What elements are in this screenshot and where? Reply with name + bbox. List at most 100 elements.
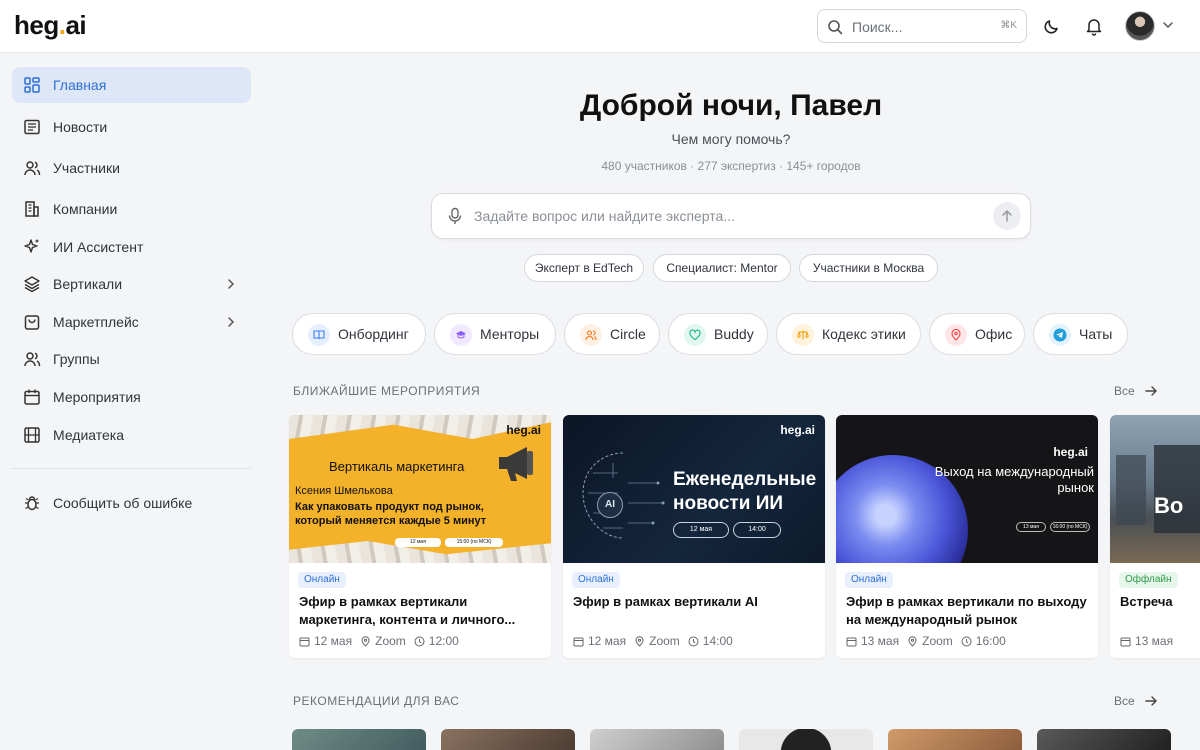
event-title: Эфир в рамках вертикали по выходу на меж… — [846, 594, 1087, 627]
recommendation-card-image[interactable] — [739, 729, 873, 750]
sidebar-item-members[interactable]: Участники — [12, 150, 251, 186]
event-title: Встреча — [1120, 594, 1173, 609]
recommendation-card-image[interactable] — [292, 729, 426, 750]
suggestion-chip[interactable]: Специалист: Mentor — [653, 254, 791, 282]
recommendation-card-image[interactable] — [590, 729, 724, 750]
report-bug-label: Сообщить об ошибке — [53, 495, 193, 511]
film-icon — [24, 427, 40, 443]
suggestion-chip[interactable]: Участники в Москва — [799, 254, 938, 282]
users-group-icon — [24, 352, 41, 367]
ask-placeholder: Задайте вопрос или найдите эксперта... — [474, 208, 735, 224]
quick-action-circle[interactable]: Circle — [564, 313, 660, 355]
sidebar-item-news[interactable]: Новости — [12, 109, 251, 145]
quick-action-label: Кодекс этики — [822, 326, 906, 342]
heart-handshake-icon — [684, 324, 706, 346]
sidebar-item-label: Маркетплейс — [53, 314, 139, 330]
chevron-right-icon — [228, 317, 235, 327]
event-banner-image: heg.ai Вертикаль маркетинга Ксения Шмель… — [289, 415, 551, 563]
microphone-icon[interactable] — [448, 207, 462, 225]
book-icon — [308, 324, 330, 346]
quick-action-ethics-code[interactable]: Кодекс этики — [776, 313, 921, 355]
recommendation-card-image[interactable] — [1037, 729, 1171, 750]
suggestion-chip[interactable]: Эксперт в EdTech — [524, 254, 644, 282]
event-banner-image: Bo — [1110, 415, 1200, 563]
event-card[interactable]: Bo Оффлайн Встреча 13 мая — [1110, 415, 1200, 658]
bell-icon[interactable] — [1084, 16, 1104, 36]
arrow-up-icon — [1002, 209, 1012, 222]
event-meta: 13 мая — [1120, 634, 1173, 648]
quick-action-label: Онбординг — [338, 326, 409, 342]
search-icon — [828, 20, 843, 35]
report-bug-button[interactable]: Сообщить об ошибке — [12, 485, 251, 521]
sidebar-item-marketplace[interactable]: Маркетплейс — [12, 304, 251, 340]
sidebar-item-label: Компании — [53, 201, 118, 217]
sidebar-item-label: Медиатека — [53, 427, 125, 443]
grid-icon — [24, 77, 40, 93]
map-pin-icon — [908, 635, 917, 647]
event-banner-image: heg.ai Выход на международный рынок 13 м… — [836, 415, 1098, 563]
sidebar-item-label: Участники — [53, 160, 120, 176]
logo[interactable]: heg.ai — [14, 10, 87, 41]
send-button[interactable] — [993, 202, 1021, 230]
sidebar-item-label: Главная — [53, 77, 107, 93]
arrow-right-icon — [1145, 696, 1157, 706]
recommendation-card-image[interactable] — [441, 729, 575, 750]
calendar-icon — [573, 637, 584, 646]
calendar-icon — [299, 637, 310, 646]
calendar-icon — [1120, 637, 1131, 646]
calendar-icon — [24, 389, 40, 405]
sparkles-icon — [24, 239, 39, 253]
sidebar-item-events[interactable]: Мероприятия — [12, 379, 251, 415]
recommendations-see-all-link[interactable]: Все — [1114, 694, 1157, 708]
arrow-right-icon — [1145, 386, 1157, 396]
scale-icon — [792, 324, 814, 346]
users-icon — [24, 161, 41, 176]
map-pin-icon — [361, 635, 370, 647]
sidebar-item-media[interactable]: Медиатека — [12, 417, 251, 453]
search-shortcut: ⌘K — [1000, 20, 1017, 31]
event-format-badge: Онлайн — [298, 572, 346, 588]
event-card[interactable]: heg.ai Вертикаль маркетинга Ксения Шмель… — [289, 415, 551, 658]
map-pin-icon — [945, 324, 967, 346]
sidebar-item-verticals[interactable]: Вертикали — [12, 266, 251, 302]
recommendation-card-image[interactable] — [888, 729, 1022, 750]
event-card[interactable]: AI heg.ai Еженедельные новости ИИ 12 мая… — [563, 415, 825, 658]
layers-icon — [24, 276, 40, 293]
search-input[interactable]: Поиск... ⌘K — [817, 9, 1027, 43]
circuit-brain-icon — [582, 452, 665, 539]
map-pin-icon — [635, 635, 644, 647]
quick-action-mentors[interactable]: Менторы — [434, 313, 556, 355]
search-placeholder: Поиск... — [852, 19, 903, 35]
clock-icon — [961, 636, 972, 646]
quick-action-label: Менторы — [480, 326, 540, 342]
sidebar-item-label: Группы — [53, 351, 100, 367]
sidebar-item-groups[interactable]: Группы — [12, 341, 251, 377]
moon-icon[interactable] — [1042, 16, 1062, 36]
event-card[interactable]: heg.ai Выход на международный рынок 13 м… — [836, 415, 1098, 658]
graduation-cap-icon — [450, 324, 472, 346]
sidebar-item-ai-assistant[interactable]: ИИ Ассистент — [12, 229, 251, 265]
quick-action-onboarding[interactable]: Онбординг — [292, 313, 426, 355]
greeting-subtitle: Чем могу помочь? — [671, 131, 791, 147]
sidebar-item-label: Новости — [53, 119, 108, 135]
event-banner-image: AI heg.ai Еженедельные новости ИИ 12 мая… — [563, 415, 825, 563]
recommendations-section-title: РЕКОМЕНДАЦИИ ДЛЯ ВАС — [293, 694, 460, 708]
sidebar-item-home[interactable]: Главная — [12, 67, 251, 103]
telegram-icon — [1049, 324, 1071, 346]
ask-input[interactable]: Задайте вопрос или найдите эксперта... — [431, 193, 1031, 239]
quick-action-buddy[interactable]: Buddy — [668, 313, 768, 355]
event-format-badge: Онлайн — [572, 572, 620, 588]
sidebar-item-companies[interactable]: Компании — [12, 191, 251, 227]
top-header: heg.ai Поиск... ⌘K — [0, 0, 1200, 53]
avatar[interactable] — [1125, 11, 1155, 41]
sidebar: Главная Новости Участники Компании ИИ Ас… — [0, 53, 263, 750]
greeting-title: Доброй ночи, Павел — [579, 89, 883, 122]
chevron-down-icon[interactable] — [1162, 19, 1174, 31]
quick-action-label: Buddy — [714, 326, 754, 342]
quick-action-chats[interactable]: Чаты — [1033, 313, 1128, 355]
event-title: Эфир в рамках вертикали маркетинга, конт… — [299, 594, 516, 627]
quick-action-office[interactable]: Офис — [929, 313, 1025, 355]
events-see-all-link[interactable]: Все — [1114, 384, 1157, 398]
community-stats: 480 участников · 277 экспертиз · 145+ го… — [601, 159, 861, 173]
event-title: Эфир в рамках вертикали AI — [573, 594, 758, 609]
